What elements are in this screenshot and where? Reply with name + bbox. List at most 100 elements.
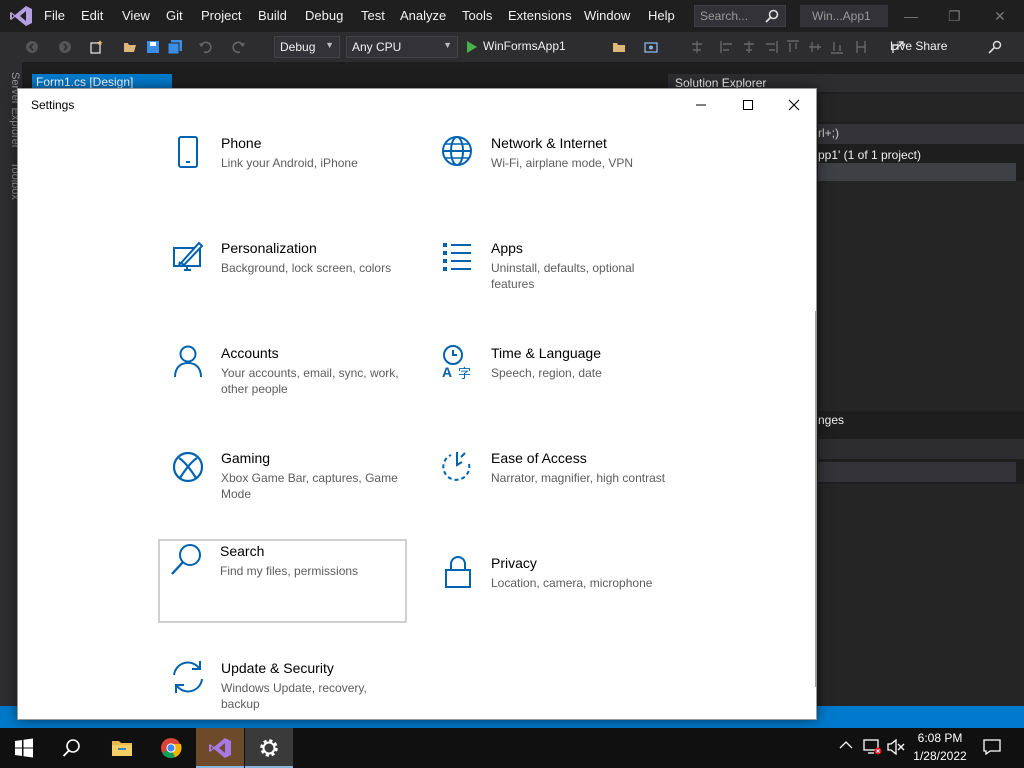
chevron-up-icon[interactable]: [839, 740, 853, 750]
xbox-icon: [172, 451, 204, 483]
menu-edit[interactable]: Edit: [81, 8, 103, 23]
taskbar-visual-studio[interactable]: [196, 728, 244, 768]
feedback-icon[interactable]: [988, 40, 1002, 54]
tile-desc: Narrator, magnifier, high contrast: [491, 471, 666, 485]
chevron-down-icon: ▼: [325, 40, 334, 50]
tile-title: Search: [220, 543, 265, 559]
tile-update-security[interactable]: Update & Security Windows Update, recove…: [159, 656, 408, 719]
tile-title: Gaming: [221, 450, 271, 466]
tile-search[interactable]: Search Find my files, permissions: [158, 539, 407, 623]
menu-view[interactable]: View: [122, 8, 150, 23]
vs-close-icon[interactable]: ✕: [994, 8, 1006, 25]
save-all-icon[interactable]: [168, 40, 182, 54]
align-middle-icon[interactable]: [808, 40, 822, 54]
menu-analyze[interactable]: Analyze: [400, 8, 446, 23]
menu-extensions[interactable]: Extensions: [508, 8, 572, 23]
tray-time[interactable]: 6:08 PM: [912, 731, 968, 745]
menu-tools[interactable]: Tools: [462, 8, 492, 23]
save-icon[interactable]: [146, 40, 160, 54]
close-button[interactable]: [771, 89, 816, 121]
tile-apps[interactable]: Apps Uninstall, defaults, optional featu…: [429, 236, 678, 320]
solution-node[interactable]: pp1' (1 of 1 project): [818, 146, 1024, 164]
undo-icon[interactable]: [198, 40, 212, 54]
tile-network[interactable]: Network & Internet Wi-Fi, airplane mode,…: [429, 131, 678, 215]
git-changes-tab[interactable]: nges: [818, 413, 1024, 429]
tile-desc: Location, camera, microphone: [491, 576, 653, 590]
menu-help[interactable]: Help: [648, 8, 675, 23]
maximize-button[interactable]: [725, 89, 771, 121]
close-icon: [788, 99, 800, 111]
vs-search-box[interactable]: Search...: [694, 5, 786, 27]
tile-title: Apps: [491, 240, 523, 256]
tile-ease-of-access[interactable]: Ease of Access Narrator, magnifier, high…: [429, 446, 678, 530]
taskbar-chrome[interactable]: [146, 728, 194, 768]
vs-minimize-icon[interactable]: —: [904, 8, 918, 24]
vs-restore-icon[interactable]: ❐: [948, 8, 961, 25]
size-icon[interactable]: [854, 40, 868, 54]
menu-git[interactable]: Git: [166, 8, 183, 23]
tile-title: Personalization: [221, 240, 317, 256]
tile-gaming[interactable]: Gaming Xbox Game Bar, captures, Game Mod…: [159, 446, 408, 530]
config-dropdown[interactable]: Debug ▼: [274, 36, 340, 58]
taskbar-file-explorer[interactable]: [97, 728, 145, 768]
solution-selected-row[interactable]: [818, 163, 1016, 181]
folder-view-icon[interactable]: [612, 40, 626, 54]
minimize-button[interactable]: [678, 89, 724, 121]
tile-phone[interactable]: Phone Link your Android, iPhone: [159, 131, 408, 215]
solution-explorer-search[interactable]: rl+;): [818, 124, 1024, 144]
platform-value: Any CPU: [352, 40, 402, 54]
tile-title: Ease of Access: [491, 450, 587, 466]
sync-icon: [173, 661, 203, 693]
align-center-icon[interactable]: [742, 40, 756, 54]
open-folder-icon[interactable]: [123, 40, 137, 54]
tile-time-language[interactable]: A 字 Time & Language Speech, region, date: [429, 341, 678, 425]
tile-title: Phone: [221, 135, 262, 151]
properties-combo[interactable]: [818, 462, 1016, 482]
search-icon: [62, 739, 80, 757]
scrollbar-thumb[interactable]: [815, 311, 816, 687]
tile-desc: Your accounts, email, sync, work, other …: [221, 366, 399, 396]
menu-test[interactable]: Test: [361, 8, 385, 23]
screenshot-icon[interactable]: [644, 40, 658, 54]
run-icon[interactable]: [465, 40, 479, 54]
taskbar-settings[interactable]: [245, 728, 293, 768]
svg-text:字: 字: [458, 366, 471, 381]
tile-title: Time & Language: [491, 345, 601, 361]
svg-text:A: A: [442, 364, 452, 380]
tray-date[interactable]: 1/28/2022: [912, 749, 968, 763]
new-project-icon[interactable]: [89, 40, 103, 54]
start-button[interactable]: [0, 728, 48, 768]
align-bottom-icon[interactable]: [830, 40, 844, 54]
notification-icon[interactable]: [983, 739, 1001, 755]
solution-explorer-toolbar: [818, 94, 1024, 122]
chrome-icon: [161, 738, 182, 759]
doc-tab-label: Form1.cs [Design]: [36, 75, 134, 89]
menu-file[interactable]: File: [44, 8, 65, 23]
tile-privacy[interactable]: Privacy Location, camera, microphone: [429, 551, 678, 635]
apps-list-icon: [443, 243, 471, 271]
platform-dropdown[interactable]: Any CPU ▼: [346, 36, 458, 58]
search-icon: [765, 9, 779, 23]
network-disconnected-icon[interactable]: [862, 738, 882, 756]
menu-project[interactable]: Project: [201, 8, 241, 23]
menu-build[interactable]: Build: [258, 8, 287, 23]
menu-window[interactable]: Window: [584, 8, 630, 23]
menu-debug[interactable]: Debug: [305, 8, 343, 23]
volume-muted-icon[interactable]: [886, 739, 906, 755]
taskbar-search-button[interactable]: [48, 728, 96, 768]
tile-desc: Speech, region, date: [491, 366, 602, 380]
paint-icon: [173, 241, 204, 271]
run-target-label[interactable]: WinFormsApp1: [483, 39, 566, 53]
properties-body: [818, 484, 1024, 706]
redo-icon[interactable]: [232, 40, 246, 54]
align-left-icon[interactable]: [720, 40, 734, 54]
align-right-icon[interactable]: [764, 40, 778, 54]
align-top-icon[interactable]: [786, 40, 800, 54]
back-icon[interactable]: [25, 40, 39, 54]
forward-icon[interactable]: [58, 40, 72, 54]
tile-accounts[interactable]: Accounts Your accounts, email, sync, wor…: [159, 341, 408, 425]
tile-title: Network & Internet: [491, 135, 607, 151]
tile-personalization[interactable]: Personalization Background, lock screen,…: [159, 236, 408, 320]
align-icon[interactable]: [690, 40, 704, 54]
live-share-button[interactable]: Live Share: [890, 39, 947, 53]
